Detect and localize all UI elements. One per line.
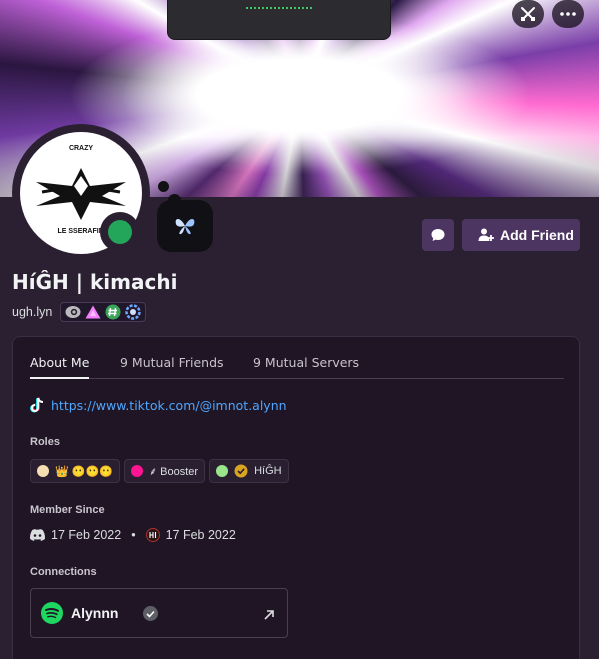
role-chip[interactable]: 👑 😶😶😶 [30, 459, 120, 483]
discord-member-since: 17 Feb 2022 [51, 528, 122, 542]
boost-badge-icon[interactable] [85, 304, 101, 320]
profile-tabs: About Me 9 Mutual Friends 9 Mutual Serve… [30, 337, 564, 379]
add-friend-button[interactable]: Add Friend [462, 219, 580, 251]
verified-check-icon [143, 606, 158, 621]
role-color-dot [130, 465, 143, 477]
role-label: ⸙ Booster [148, 465, 199, 478]
tab-mutual-servers[interactable]: 9 Mutual Servers [253, 355, 359, 379]
verified-seal-icon [234, 464, 248, 478]
status-indicator [100, 212, 140, 252]
discord-icon [30, 529, 45, 541]
date-separator: • [131, 528, 136, 542]
progress-dots [246, 7, 314, 9]
swords-icon[interactable] [512, 0, 544, 28]
add-friend-label: Add Friend [500, 227, 574, 243]
profile-details-card: About Me 9 Mutual Friends 9 Mutual Serve… [12, 336, 580, 659]
message-button[interactable] [422, 219, 454, 251]
custom-status-bubble[interactable] [157, 200, 213, 252]
thought-dot-small [158, 181, 169, 192]
member-since-title: Member Since [30, 504, 105, 516]
role-chip[interactable]: ⸙ Booster [123, 459, 206, 483]
online-status-icon [108, 220, 132, 244]
role-color-dot [37, 465, 49, 477]
butterfly-icon [175, 218, 195, 235]
username[interactable]: ugh.lyn [12, 305, 52, 319]
server-member-since: 17 Feb 2022 [165, 528, 236, 542]
about-me-link-row: https://www.tiktok.com/@imnot.alynn [30, 397, 287, 413]
add-friend-icon [478, 228, 494, 241]
connection-card[interactable]: Alynnn [30, 588, 288, 638]
tiktok-link[interactable]: https://www.tiktok.com/@imnot.alynn [51, 398, 287, 413]
chat-bubble-icon [431, 229, 445, 241]
member-since-row: 17 Feb 2022 • 17 Feb 2022 [30, 528, 236, 542]
nitro-badge-icon[interactable] [65, 304, 81, 320]
spotify-icon [41, 602, 63, 624]
roles-title: Roles [30, 436, 60, 448]
connection-name: Alynnn [71, 605, 119, 621]
more-icon[interactable] [552, 0, 584, 28]
role-color-dot [216, 465, 229, 477]
quest-badge-icon[interactable] [125, 304, 142, 320]
roles-list: 👑 😶😶😶 ⸙ Booster HíĜH [30, 459, 289, 483]
role-label: 👑 😶😶😶 [55, 465, 113, 478]
external-link-icon[interactable] [263, 606, 275, 625]
tiktok-icon [30, 397, 44, 413]
hypesquad-badge-icon[interactable] [105, 304, 121, 320]
display-name: HíĜH | kimachi [12, 270, 178, 294]
tab-mutual-friends[interactable]: 9 Mutual Friends [120, 355, 224, 379]
avatar-text-top: CRAZY [68, 145, 94, 152]
role-chip[interactable]: HíĜH [209, 459, 289, 483]
tab-about-me[interactable]: About Me [30, 355, 90, 379]
media-overlay [167, 0, 391, 40]
badge-list [60, 302, 147, 322]
connections-title: Connections [30, 566, 97, 578]
role-label: HíĜH [254, 465, 282, 477]
server-icon [145, 528, 160, 542]
username-row: ugh.lyn [12, 302, 147, 322]
